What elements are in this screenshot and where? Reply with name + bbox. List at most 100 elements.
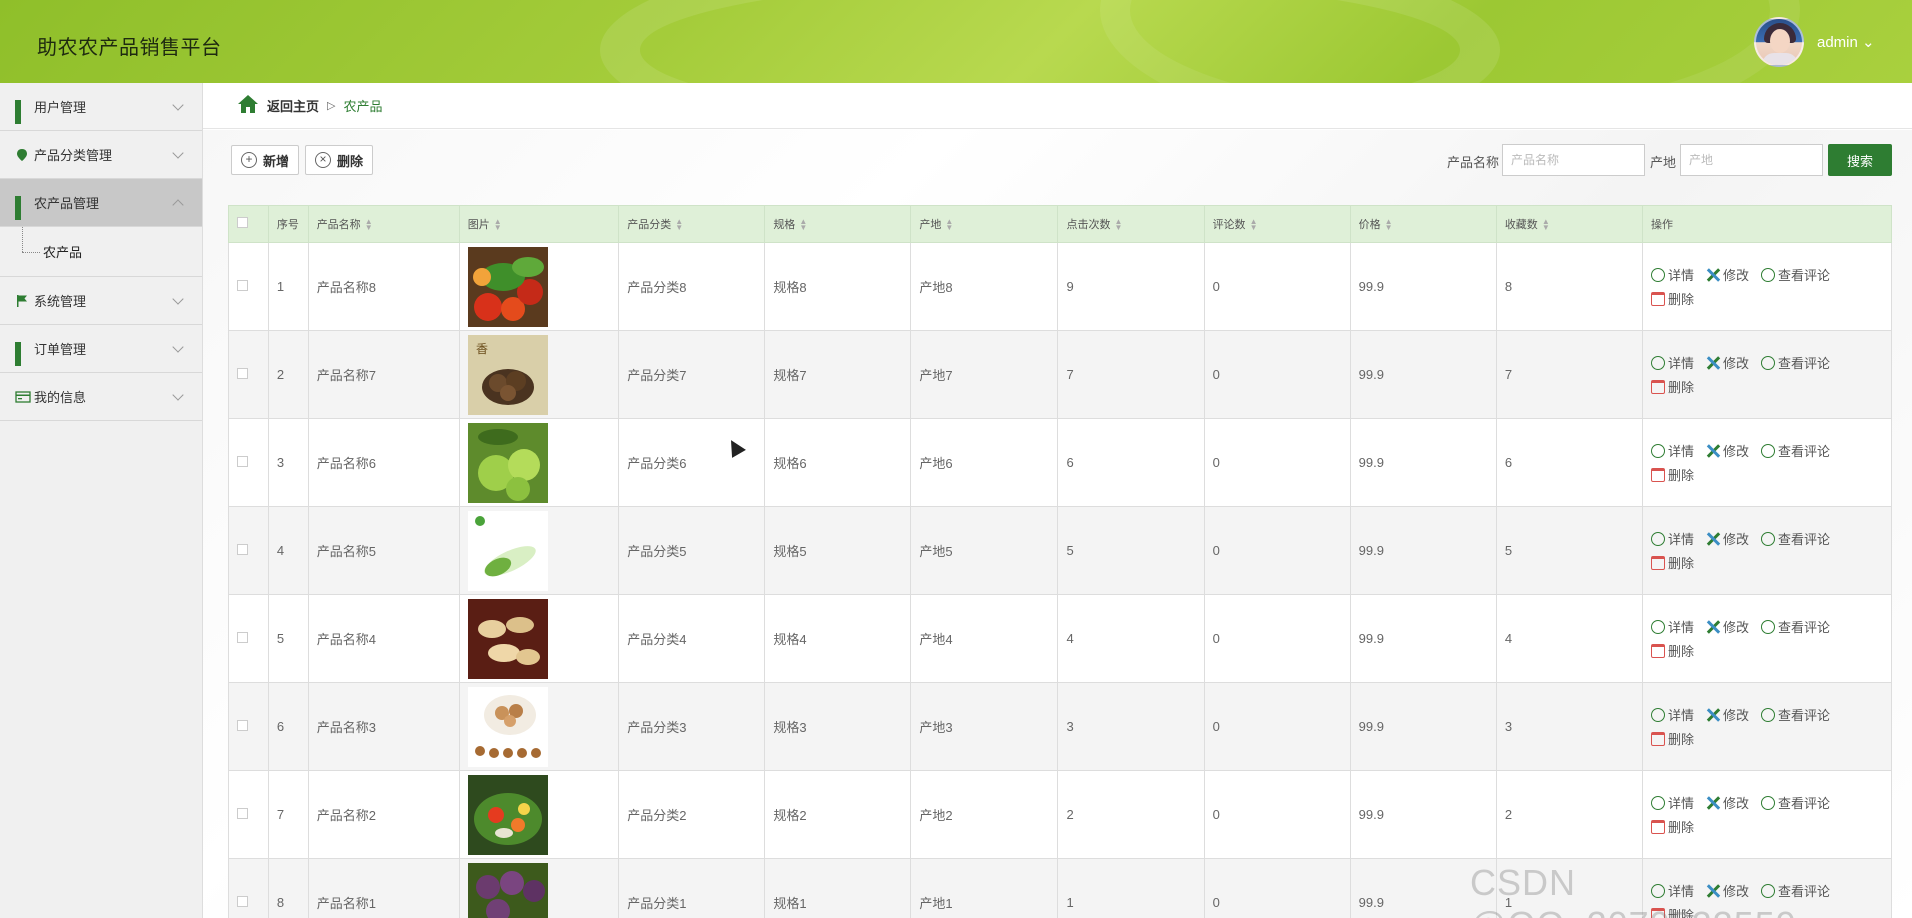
sort-icon[interactable]: ▲ ▼	[675, 218, 683, 232]
row-delete-button[interactable]: 删除	[1651, 639, 1694, 663]
column-header[interactable]: 价格 ▲ ▼	[1349, 205, 1497, 243]
row-checkbox[interactable]	[237, 808, 248, 819]
row-delete-button[interactable]: 删除	[1651, 287, 1694, 311]
product-image[interactable]	[467, 686, 548, 767]
row-delete-button[interactable]: 删除	[1651, 815, 1694, 839]
sidebar-item-categories[interactable]: 产品分类管理	[0, 131, 202, 179]
row-delete-button[interactable]: 删除	[1651, 463, 1694, 487]
chevron-down-icon	[172, 293, 184, 305]
edit-button[interactable]: 修改	[1706, 351, 1749, 375]
cell-favorites: 7	[1495, 330, 1644, 419]
column-header[interactable]: 产品分类 ▲ ▼	[618, 205, 766, 243]
column-header[interactable]: 评论数 ▲ ▼	[1203, 205, 1351, 243]
detail-button[interactable]: 详情	[1651, 703, 1694, 727]
flag-icon	[15, 294, 29, 308]
cell-spec: 规格1	[764, 858, 912, 918]
sidebar-item-products[interactable]: 农产品管理	[0, 179, 202, 227]
sort-icon[interactable]: ▲ ▼	[1542, 218, 1550, 232]
origin-input[interactable]	[1680, 144, 1823, 176]
add-button[interactable]: + 新增	[231, 145, 300, 175]
products-table: 序号 产品名称 ▲ ▼ 图片 ▲ ▼ 产品分类 ▲ ▼ 规格 ▲ ▼ 产地 ▲ ▼ 点击次数 ▲ ▼ 评…	[228, 205, 1892, 918]
row-delete-button[interactable]: 删除	[1651, 727, 1694, 751]
sidebar-item-label: 农产品管理	[34, 196, 100, 211]
view-reviews-button[interactable]: 查看评论	[1761, 263, 1830, 287]
chevron-down-icon	[172, 389, 184, 401]
detail-button[interactable]: 详情	[1651, 791, 1694, 815]
detail-button[interactable]: 详情	[1651, 527, 1694, 551]
view-reviews-label: 查看评论	[1778, 444, 1831, 459]
cell-actions: 详情 修改 查看评论删除	[1642, 418, 1892, 507]
sort-icon[interactable]: ▲ ▼	[1114, 218, 1122, 232]
sort-icon[interactable]: ▲ ▼	[494, 218, 502, 232]
edit-button[interactable]: 修改	[1706, 791, 1749, 815]
row-checkbox[interactable]	[237, 632, 248, 643]
delete-button[interactable]: × 删除	[305, 145, 374, 175]
edit-button[interactable]: 修改	[1706, 615, 1749, 639]
product-image[interactable]	[467, 598, 548, 679]
row-select-cell	[228, 682, 269, 771]
sidebar-item-users[interactable]: 用户管理	[0, 83, 202, 131]
column-header[interactable]: 产品名称 ▲ ▼	[307, 205, 460, 243]
product-name-input[interactable]	[1502, 144, 1645, 176]
row-checkbox[interactable]	[237, 368, 248, 379]
cell-spec: 规格7	[764, 330, 912, 419]
detail-button[interactable]: 详情	[1651, 439, 1694, 463]
user-avatar[interactable]	[1754, 17, 1804, 67]
view-reviews-button[interactable]: 查看评论	[1761, 351, 1830, 375]
column-header[interactable]: 图片 ▲ ▼	[458, 205, 620, 243]
sidebar-item-profile[interactable]: 我的信息	[0, 373, 202, 421]
edit-label: 修改	[1723, 532, 1750, 547]
edit-button[interactable]: 修改	[1706, 439, 1749, 463]
product-image[interactable]	[467, 422, 548, 503]
row-delete-button[interactable]: 删除	[1651, 375, 1694, 399]
select-all-checkbox[interactable]	[237, 217, 248, 228]
table-body: 1 产品名称8 产品分类8 规格8 产地8 9 0 99.9 8 详情 修改 查看评论 删除 2 产品名称7…	[228, 242, 1892, 918]
sidebar-item-orders[interactable]: 订单管理	[0, 325, 202, 373]
view-reviews-button[interactable]: 查看评论	[1761, 703, 1830, 727]
sidebar-item-label: 我的信息	[34, 390, 87, 405]
sort-icon[interactable]: ▲ ▼	[945, 218, 953, 232]
detail-button[interactable]: 详情	[1651, 263, 1694, 287]
column-header[interactable]: 规格 ▲ ▼	[764, 205, 912, 243]
row-checkbox[interactable]	[237, 280, 248, 291]
search-button[interactable]: 搜索	[1828, 144, 1892, 176]
product-image[interactable]	[467, 862, 548, 918]
sort-icon[interactable]: ▲ ▼	[1385, 218, 1393, 232]
column-header[interactable]: 收藏数 ▲ ▼	[1495, 205, 1644, 243]
view-reviews-button[interactable]: 查看评论	[1761, 527, 1830, 551]
product-name-label: 产品名称	[1447, 155, 1500, 170]
detail-button[interactable]: 详情	[1651, 615, 1694, 639]
row-checkbox[interactable]	[237, 720, 248, 731]
row-checkbox[interactable]	[237, 456, 248, 467]
product-image[interactable]: 香	[467, 334, 548, 415]
card-icon	[15, 390, 31, 404]
sidebar-item-system[interactable]: 系统管理	[0, 277, 202, 325]
edit-button[interactable]: 修改	[1706, 263, 1749, 287]
row-checkbox[interactable]	[237, 544, 248, 555]
view-reviews-button[interactable]: 查看评论	[1761, 439, 1830, 463]
cell-price: 99.9	[1349, 242, 1497, 331]
home-icon[interactable]	[237, 94, 259, 117]
wrench-icon	[1706, 356, 1720, 370]
row-delete-button[interactable]: 删除	[1651, 551, 1694, 575]
sidebar-subitem-product[interactable]: 农产品	[0, 227, 202, 277]
cell-spec: 规格8	[764, 242, 912, 331]
product-image[interactable]	[467, 246, 548, 327]
column-header[interactable]: 点击次数 ▲ ▼	[1057, 205, 1205, 243]
sort-icon[interactable]: ▲ ▼	[1250, 218, 1258, 232]
column-header[interactable]: 产地 ▲ ▼	[910, 205, 1059, 243]
detail-button[interactable]: 详情	[1651, 351, 1694, 375]
product-image[interactable]	[467, 510, 548, 591]
product-image[interactable]	[467, 774, 548, 855]
user-menu[interactable]: admin ⌄	[1817, 33, 1875, 51]
sort-icon[interactable]: ▲ ▼	[799, 218, 807, 232]
sort-icon[interactable]: ▲ ▼	[365, 218, 373, 232]
table-row: 1 产品名称8 产品分类8 规格8 产地8 9 0 99.9 8 详情 修改 查看评论 删除	[228, 242, 1892, 331]
view-reviews-button[interactable]: 查看评论	[1761, 615, 1830, 639]
breadcrumb-home-link[interactable]: 返回主页	[267, 96, 319, 115]
row-checkbox[interactable]	[237, 896, 248, 907]
edit-button[interactable]: 修改	[1706, 527, 1749, 551]
cell-category: 产品分类2	[618, 770, 766, 859]
view-reviews-button[interactable]: 查看评论	[1761, 791, 1830, 815]
edit-button[interactable]: 修改	[1706, 703, 1749, 727]
